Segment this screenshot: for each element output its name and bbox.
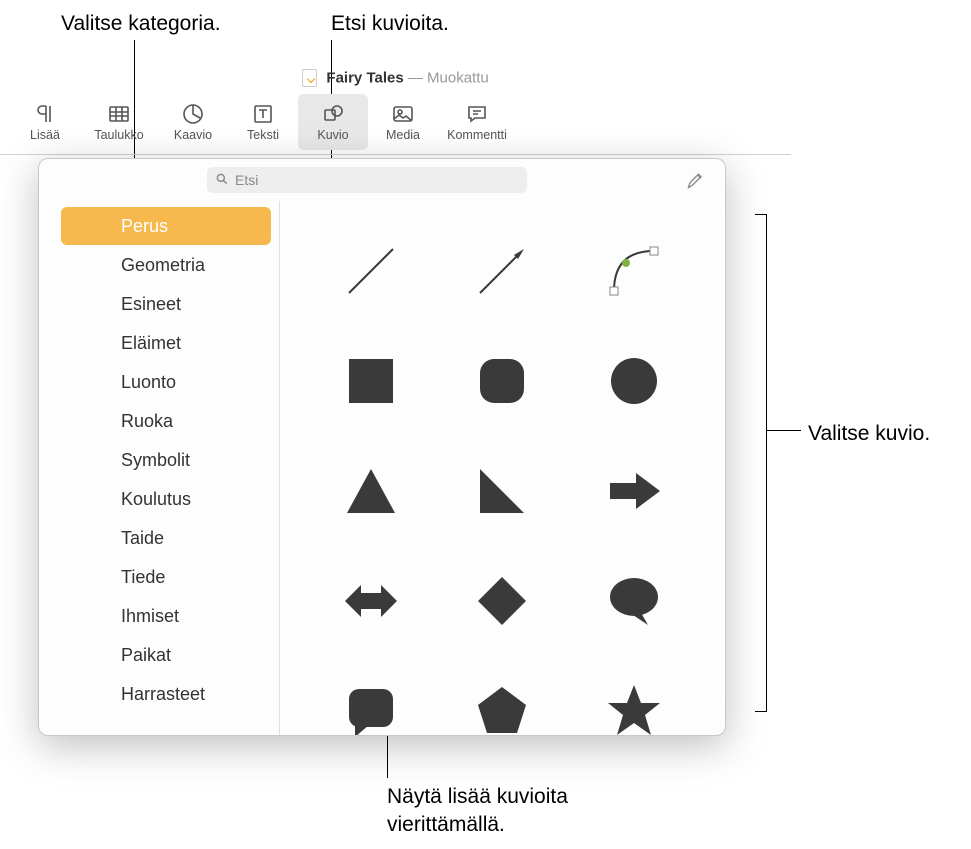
shape-arrow-right[interactable]	[589, 446, 679, 536]
chart-icon	[181, 102, 205, 126]
toolbar-label: Taulukko	[94, 128, 143, 142]
paragraph-icon	[33, 102, 57, 126]
toolbar-media[interactable]: Media	[368, 94, 438, 150]
search-placeholder: Etsi	[235, 172, 258, 188]
toolbar-label: Kaavio	[174, 128, 212, 142]
toolbar-label: Kommentti	[447, 128, 507, 142]
media-icon	[391, 102, 415, 126]
sidebar-item-koulutus[interactable]: Koulutus	[61, 480, 271, 518]
callout-line	[767, 430, 801, 431]
sidebar-item-paikat[interactable]: Paikat	[61, 636, 271, 674]
sidebar-item-ihmiset[interactable]: Ihmiset	[61, 597, 271, 635]
shape-square[interactable]	[326, 336, 416, 426]
shape-arrow-both[interactable]	[326, 556, 416, 646]
shape-callout-box[interactable]	[326, 666, 416, 735]
shape-triangle[interactable]	[326, 446, 416, 536]
sidebar-item-luonto[interactable]: Luonto	[61, 363, 271, 401]
callout-category: Valitse kategoria.	[61, 10, 221, 38]
search-icon	[215, 172, 229, 189]
document-modified: Muokattu	[427, 70, 489, 87]
toolbar-label: Lisää	[30, 128, 60, 142]
category-sidebar: Perus Geometria Esineet Eläimet Luonto R…	[39, 201, 279, 735]
callout-choose: Valitse kuvio.	[808, 420, 930, 448]
sidebar-item-harrasteet[interactable]: Harrasteet	[61, 675, 271, 713]
callout-scroll: Näytä lisää kuvioita vierittämällä.	[387, 783, 568, 840]
toolbar-insert[interactable]: Lisää	[10, 94, 80, 150]
sidebar-item-esineet[interactable]: Esineet	[61, 285, 271, 323]
toolbar-chart[interactable]: Kaavio	[158, 94, 228, 150]
draw-icon[interactable]	[685, 169, 707, 191]
shape-grid[interactable]	[279, 201, 725, 735]
table-icon	[107, 102, 131, 126]
document-separator: —	[408, 70, 427, 87]
search-input[interactable]: Etsi	[207, 167, 527, 193]
shape-curve[interactable]	[589, 226, 679, 316]
popover-body: Perus Geometria Esineet Eläimet Luonto R…	[39, 201, 725, 735]
toolbar: Lisää Taulukko Kaavio Teksti Kuvio Media	[0, 90, 791, 155]
document-icon	[302, 69, 317, 87]
shape-arrow-line[interactable]	[457, 226, 547, 316]
sidebar-item-geometria[interactable]: Geometria	[61, 246, 271, 284]
toolbar-label: Kuvio	[317, 128, 348, 142]
toolbar-table[interactable]: Taulukko	[80, 94, 158, 150]
toolbar-text[interactable]: Teksti	[228, 94, 298, 150]
callout-search: Etsi kuvioita.	[331, 10, 449, 38]
toolbar-shape[interactable]: Kuvio	[298, 94, 368, 150]
shape-pentagon[interactable]	[457, 666, 547, 735]
shape-star[interactable]	[589, 666, 679, 735]
sidebar-item-ruoka[interactable]: Ruoka	[61, 402, 271, 440]
toolbar-comment[interactable]: Kommentti	[438, 94, 516, 150]
titlebar: Fairy Tales — Muokattu	[0, 63, 791, 91]
sidebar-item-perus[interactable]: Perus	[61, 207, 271, 245]
toolbar-label: Media	[386, 128, 420, 142]
shape-popover: Etsi Perus Geometria Esineet Eläimet Luo…	[38, 158, 726, 736]
callout-bracket	[755, 214, 767, 712]
shape-icon	[321, 102, 345, 126]
shape-line[interactable]	[326, 226, 416, 316]
sidebar-item-elaimet[interactable]: Eläimet	[61, 324, 271, 362]
shape-circle[interactable]	[589, 336, 679, 426]
sidebar-item-taide[interactable]: Taide	[61, 519, 271, 557]
sidebar-item-symbolit[interactable]: Symbolit	[61, 441, 271, 479]
comment-icon	[465, 102, 489, 126]
shape-rounded-square[interactable]	[457, 336, 547, 426]
shape-right-triangle[interactable]	[457, 446, 547, 536]
popover-header: Etsi	[39, 159, 725, 201]
shape-diamond[interactable]	[457, 556, 547, 646]
shape-speech-bubble[interactable]	[589, 556, 679, 646]
text-icon	[251, 102, 275, 126]
sidebar-item-tiede[interactable]: Tiede	[61, 558, 271, 596]
toolbar-label: Teksti	[247, 128, 279, 142]
document-title: Fairy Tales	[326, 70, 403, 87]
